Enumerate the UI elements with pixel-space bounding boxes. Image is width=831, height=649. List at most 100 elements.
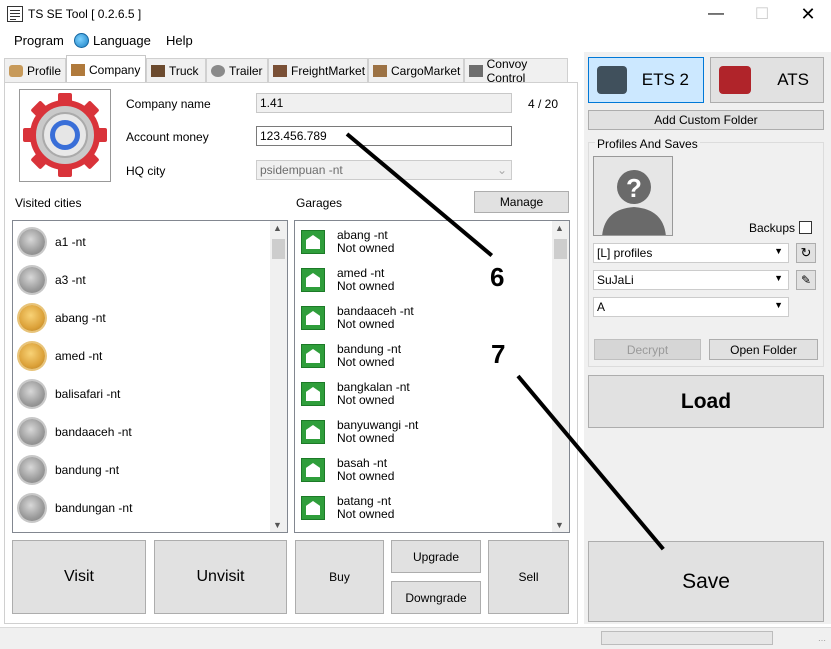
garages-list[interactable]: abang -nt Not owned amed -nt Not owned banda… xyxy=(294,220,570,533)
garage-status: Not owned xyxy=(337,431,395,445)
garage-icon xyxy=(301,306,325,330)
scroll-up-icon[interactable]: ▲ xyxy=(555,223,564,233)
edit-icon: ✎ xyxy=(800,273,812,287)
tab-trailer-label: Trailer xyxy=(229,63,263,78)
garage-list-item[interactable]: banyuwangi -nt Not owned xyxy=(301,413,418,451)
garage-icon xyxy=(301,382,325,406)
city-list-item[interactable]: bandungan -nt xyxy=(19,489,132,527)
tab-trailer[interactable]: Trailer xyxy=(206,58,268,82)
unvisited-city-icon xyxy=(19,495,45,521)
city-list-item[interactable]: a1 -nt xyxy=(19,223,86,261)
unvisit-button[interactable]: Unvisit xyxy=(154,540,287,614)
app-icon xyxy=(7,6,23,22)
menu-program[interactable]: Program xyxy=(14,33,64,48)
garage-icon xyxy=(301,344,325,368)
garages-scrollbar[interactable]: ▲ ▼ xyxy=(552,221,569,532)
garage-status: Not owned xyxy=(337,393,395,407)
tab-cargo-market[interactable]: CargoMarket xyxy=(368,58,464,82)
menu-language[interactable]: Language xyxy=(93,33,151,48)
city-list-item[interactable]: bandaaceh -nt xyxy=(19,413,132,451)
tab-freight-market-label: FreightMarket xyxy=(291,63,366,78)
save-button[interactable]: Save xyxy=(588,541,824,622)
garage-text: bandaaceh -nt Not owned xyxy=(337,305,414,331)
buy-button[interactable]: Buy xyxy=(295,540,384,614)
visited-cities-label: Visited cities xyxy=(15,196,82,210)
close-button[interactable]: ✕ xyxy=(785,0,831,28)
refresh-button[interactable]: ↻ xyxy=(796,243,816,263)
garage-list-item[interactable]: batang -nt Not owned xyxy=(301,489,394,527)
hq-city-value: psidempuan -nt xyxy=(260,163,343,177)
city-list-item[interactable]: a3 -nt xyxy=(19,261,86,299)
scroll-down-icon[interactable]: ▼ xyxy=(273,520,282,530)
profile-icon xyxy=(9,64,23,77)
resize-grip-icon[interactable]: ⋯ xyxy=(818,636,826,645)
convoy-control-icon xyxy=(469,64,483,77)
save-select[interactable]: A ▼ xyxy=(593,297,789,317)
garage-icon xyxy=(301,230,325,254)
garage-list-item[interactable]: amed -nt Not owned xyxy=(301,261,394,299)
ats-label: ATS xyxy=(777,70,809,89)
garage-list-item[interactable]: bangkalan -nt Not owned xyxy=(301,375,410,413)
sell-button[interactable]: Sell xyxy=(488,540,569,614)
upgrade-button[interactable]: Upgrade xyxy=(391,540,481,573)
unvisited-city-icon xyxy=(19,229,45,255)
scroll-thumb[interactable] xyxy=(272,239,285,259)
ets2-button[interactable]: ETS 2 xyxy=(588,57,704,103)
profiles-and-saves-label: Profiles And Saves xyxy=(595,137,700,151)
backups-checkbox[interactable] xyxy=(799,221,812,234)
garage-status: Not owned xyxy=(337,279,395,293)
garage-list-item[interactable]: abang -nt Not owned xyxy=(301,223,394,261)
profile-folder-select[interactable]: [L] profiles ▼ xyxy=(593,243,789,263)
scroll-up-icon[interactable]: ▲ xyxy=(273,223,282,233)
garage-list-item[interactable]: basah -nt Not owned xyxy=(301,451,394,489)
visited-city-icon xyxy=(19,343,45,369)
garages-label: Garages xyxy=(296,196,343,210)
city-name: a3 -nt xyxy=(55,273,86,287)
ats-button[interactable]: ATS xyxy=(710,57,824,103)
city-name: bandungan -nt xyxy=(55,501,133,515)
chevron-down-icon: ⌄ xyxy=(496,163,507,177)
city-list-item[interactable]: abang -nt xyxy=(19,299,106,337)
garage-list-item[interactable]: bandaaceh -nt Not owned xyxy=(301,299,414,337)
tab-freight-market[interactable]: FreightMarket xyxy=(268,58,368,82)
garage-text: abang -nt Not owned xyxy=(337,229,394,255)
profile-select[interactable]: SuJaLi ▼ xyxy=(593,270,789,290)
garage-icon xyxy=(301,458,325,482)
city-list-item[interactable]: amed -nt xyxy=(19,337,102,375)
trailer-icon xyxy=(211,64,225,77)
downgrade-button[interactable]: Downgrade xyxy=(391,581,481,614)
decrypt-button[interactable]: Decrypt xyxy=(594,339,701,360)
truck-icon xyxy=(151,64,165,77)
edit-profile-button[interactable]: ✎ xyxy=(796,270,816,290)
dropdown-arrow-icon: ▼ xyxy=(774,300,783,310)
company-name-field[interactable]: 1.41 xyxy=(256,93,512,113)
company-logo[interactable] xyxy=(19,89,111,182)
freight-market-icon xyxy=(273,64,287,77)
manage-button[interactable]: Manage xyxy=(474,191,569,213)
tab-truck[interactable]: Truck xyxy=(146,58,206,82)
menu-help[interactable]: Help xyxy=(166,33,193,48)
scroll-thumb[interactable] xyxy=(554,239,567,259)
add-custom-folder-button[interactable]: Add Custom Folder xyxy=(588,110,824,130)
tab-profile[interactable]: Profile xyxy=(4,58,66,82)
account-money-field[interactable]: 123.456.789 xyxy=(256,126,512,146)
maximize-button[interactable]: ☐ xyxy=(739,0,785,28)
visit-button[interactable]: Visit xyxy=(12,540,146,614)
city-list-item[interactable]: bandung -nt xyxy=(19,451,119,489)
unvisited-city-icon xyxy=(19,381,45,407)
tab-convoy-control[interactable]: Convoy Control xyxy=(464,57,568,85)
load-button[interactable]: Load xyxy=(588,375,824,428)
unvisited-city-icon xyxy=(19,419,45,445)
open-folder-button[interactable]: Open Folder xyxy=(709,339,818,360)
city-list-item[interactable]: balisafari -nt xyxy=(19,375,120,413)
tab-truck-label: Truck xyxy=(169,63,199,78)
tab-company[interactable]: Company xyxy=(66,55,146,83)
city-name: amed -nt xyxy=(55,349,103,363)
minimize-button[interactable]: — xyxy=(693,0,739,28)
visited-cities-list[interactable]: a1 -nt a3 -nt abang -nt amed -nt balisafari … xyxy=(12,220,288,533)
scroll-down-icon[interactable]: ▼ xyxy=(555,520,564,530)
save-value: A xyxy=(597,300,606,314)
annotation-number-6: 6 xyxy=(490,262,505,292)
visited-scrollbar[interactable]: ▲ ▼ xyxy=(270,221,287,532)
garage-list-item[interactable]: bandung -nt Not owned xyxy=(301,337,401,375)
